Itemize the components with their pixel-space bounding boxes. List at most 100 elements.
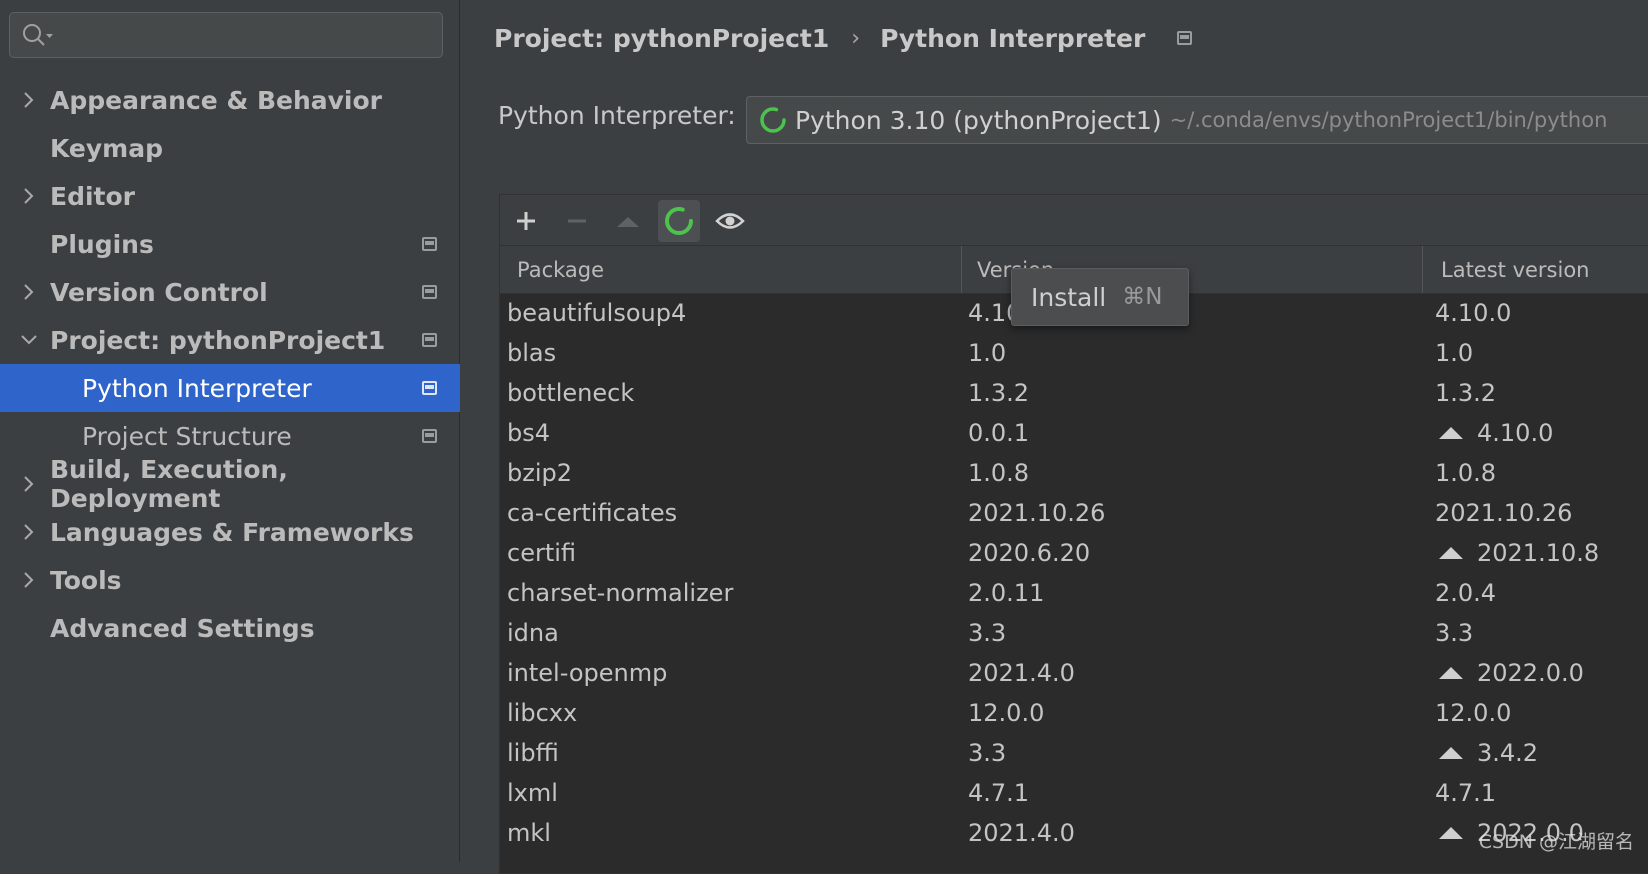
sidebar-item-label: Plugins xyxy=(50,229,154,259)
search-input[interactable] xyxy=(9,12,443,58)
interpreter-path: ~/.conda/envs/pythonProject1/bin/python xyxy=(1169,108,1608,132)
sidebar-item-python-interpreter[interactable]: Python Interpreter xyxy=(0,364,460,412)
column-divider[interactable] xyxy=(1422,246,1423,293)
package-name-cell: lxml xyxy=(507,779,558,807)
show-early-releases-button[interactable] xyxy=(709,200,751,242)
column-header-package[interactable]: Package xyxy=(517,246,604,293)
table-row[interactable]: libcxx 12.0.0 12.0.0 xyxy=(500,693,1648,733)
table-row[interactable]: bs4 0.0.1 4.10.0 xyxy=(500,413,1648,453)
table-row[interactable]: mkl 2021.4.0 2022.0.0 xyxy=(500,813,1648,853)
package-version-cell: 1.3.2 xyxy=(968,379,1030,407)
table-row[interactable]: bottleneck 1.3.2 1.3.2 xyxy=(500,373,1648,413)
package-latest-version-cell: 3.3 xyxy=(1435,613,1473,653)
project-scope-icon xyxy=(1177,31,1193,45)
sidebar-item-keymap[interactable]: Keymap xyxy=(0,124,460,172)
sidebar-item-project-pythonproject1[interactable]: Project: pythonProject1 xyxy=(0,316,460,364)
sidebar-item-label: Version Control xyxy=(50,277,268,307)
package-version-cell: 3.3 xyxy=(968,619,1007,647)
upgrade-available-icon xyxy=(1439,747,1463,759)
plus-icon xyxy=(517,212,535,230)
eye-icon xyxy=(715,213,745,229)
sidebar-item-advanced-settings[interactable]: Advanced Settings xyxy=(0,604,460,652)
sidebar-item-build-execution-deployment[interactable]: Build, Execution, Deployment xyxy=(0,455,460,513)
table-row[interactable]: certifi 2020.6.20 2021.10.8 xyxy=(500,533,1648,573)
project-scope-icon xyxy=(422,333,437,347)
package-version-cell: 3.3 xyxy=(968,739,1007,767)
sidebar-item-label: Tools xyxy=(50,565,122,595)
latest-version-text: 4.7.1 xyxy=(1435,779,1497,807)
table-row[interactable]: charset-normalizer 2.0.11 2.0.4 xyxy=(500,573,1648,613)
package-name-cell: mkl xyxy=(507,819,551,847)
watermark: CSDN @江湖留名 xyxy=(1478,831,1634,853)
table-row[interactable]: intel-openmp 2021.4.0 2022.0.0 xyxy=(500,653,1648,693)
chevron-right-icon[interactable] xyxy=(20,282,38,302)
sidebar-item-label: Keymap xyxy=(50,133,164,163)
package-version-cell: 1.0.8 xyxy=(968,459,1030,487)
sidebar-item-languages-frameworks[interactable]: Languages & Frameworks xyxy=(0,508,460,556)
sidebar-item-project-structure[interactable]: Project Structure xyxy=(0,412,460,460)
package-latest-version-cell: 3.4.2 xyxy=(1435,733,1538,773)
table-row[interactable]: blas 1.0 1.0 xyxy=(500,333,1648,373)
package-name-cell: idna xyxy=(507,619,559,647)
package-latest-version-cell: 4.10.0 xyxy=(1435,413,1553,453)
minus-icon xyxy=(568,219,586,223)
package-latest-version-cell: 4.10.0 xyxy=(1435,293,1511,333)
latest-version-text: 3.3 xyxy=(1435,619,1474,647)
chevron-down-icon[interactable] xyxy=(20,330,38,350)
settings-sidebar: Appearance & Behavior Keymap Editor Plugins… xyxy=(0,0,460,862)
table-row[interactable]: ca-certificates 2021.10.26 2021.10.26 xyxy=(500,493,1648,533)
latest-version-text: 2.0.4 xyxy=(1435,579,1497,607)
latest-version-text: 1.0.8 xyxy=(1435,459,1497,487)
package-latest-version-cell: 4.7.1 xyxy=(1435,773,1496,813)
sidebar-item-editor[interactable]: Editor xyxy=(0,172,460,220)
upgrade-available-icon xyxy=(1439,667,1463,679)
breadcrumb-parent[interactable]: Project: pythonProject1 xyxy=(494,24,829,53)
latest-version-text: 2021.10.26 xyxy=(1435,499,1573,527)
package-latest-version-cell: 2022.0.0 xyxy=(1435,653,1584,693)
table-row[interactable]: idna 3.3 3.3 xyxy=(500,613,1648,653)
package-name-cell: libcxx xyxy=(507,699,578,727)
package-name-cell: blas xyxy=(507,339,557,367)
sidebar-item-tools[interactable]: Tools xyxy=(0,556,460,604)
latest-version-text: 4.10.0 xyxy=(1477,419,1554,447)
package-version-cell: 0.0.1 xyxy=(968,419,1030,447)
install-package-button[interactable] xyxy=(505,200,547,242)
packages-table-body: beautifulsoup4 4.10.0 4.10.0 blas 1.0 1.0 bott… xyxy=(500,293,1648,853)
column-divider[interactable] xyxy=(961,246,962,293)
sidebar-item-version-control[interactable]: Version Control xyxy=(0,268,460,316)
package-version-cell: 2021.4.0 xyxy=(968,659,1075,687)
upgrade-package-button[interactable] xyxy=(607,200,649,242)
interpreter-select[interactable]: Python 3.10 (pythonProject1) ~/.conda/en… xyxy=(746,96,1648,144)
chevron-right-icon[interactable] xyxy=(20,522,38,542)
package-latest-version-cell: 1.3.2 xyxy=(1435,373,1496,413)
latest-version-text: 12.0.0 xyxy=(1435,699,1512,727)
chevron-right-icon[interactable] xyxy=(20,474,38,494)
sidebar-item-label: Advanced Settings xyxy=(50,613,315,643)
package-version-cell: 1.0 xyxy=(968,339,1007,367)
tooltip-shortcut: ⌘N xyxy=(1122,284,1163,310)
chevron-right-icon[interactable] xyxy=(20,90,38,110)
column-header-latest-version[interactable]: Latest version xyxy=(1441,246,1590,293)
table-row[interactable]: bzip2 1.0.8 1.0.8 xyxy=(500,453,1648,493)
package-latest-version-cell: 1.0.8 xyxy=(1435,453,1496,493)
package-name-cell: bottleneck xyxy=(507,379,635,407)
package-version-cell: 12.0.0 xyxy=(968,699,1045,727)
sidebar-item-plugins[interactable]: Plugins xyxy=(0,220,460,268)
sidebar-item-appearance-behavior[interactable]: Appearance & Behavior xyxy=(0,76,460,124)
refresh-packages-button[interactable] xyxy=(658,200,700,242)
latest-version-text: 2021.10.8 xyxy=(1477,539,1600,567)
project-scope-icon xyxy=(422,285,437,299)
chevron-right-icon[interactable] xyxy=(20,570,38,590)
package-latest-version-cell: 12.0.0 xyxy=(1435,693,1511,733)
table-row[interactable]: lxml 4.7.1 4.7.1 xyxy=(500,773,1648,813)
table-row[interactable]: libffi 3.3 3.4.2 xyxy=(500,733,1648,773)
loading-spinner-icon xyxy=(665,207,693,235)
chevron-right-icon[interactable] xyxy=(20,186,38,206)
project-scope-icon xyxy=(422,429,437,443)
uninstall-package-button[interactable] xyxy=(556,200,598,242)
project-scope-icon xyxy=(422,381,437,395)
sidebar-item-label: Editor xyxy=(50,181,135,211)
sidebar-item-label: Project: pythonProject1 xyxy=(50,325,386,355)
packages-toolbar xyxy=(500,195,1648,246)
latest-version-text: 3.4.2 xyxy=(1477,739,1539,767)
